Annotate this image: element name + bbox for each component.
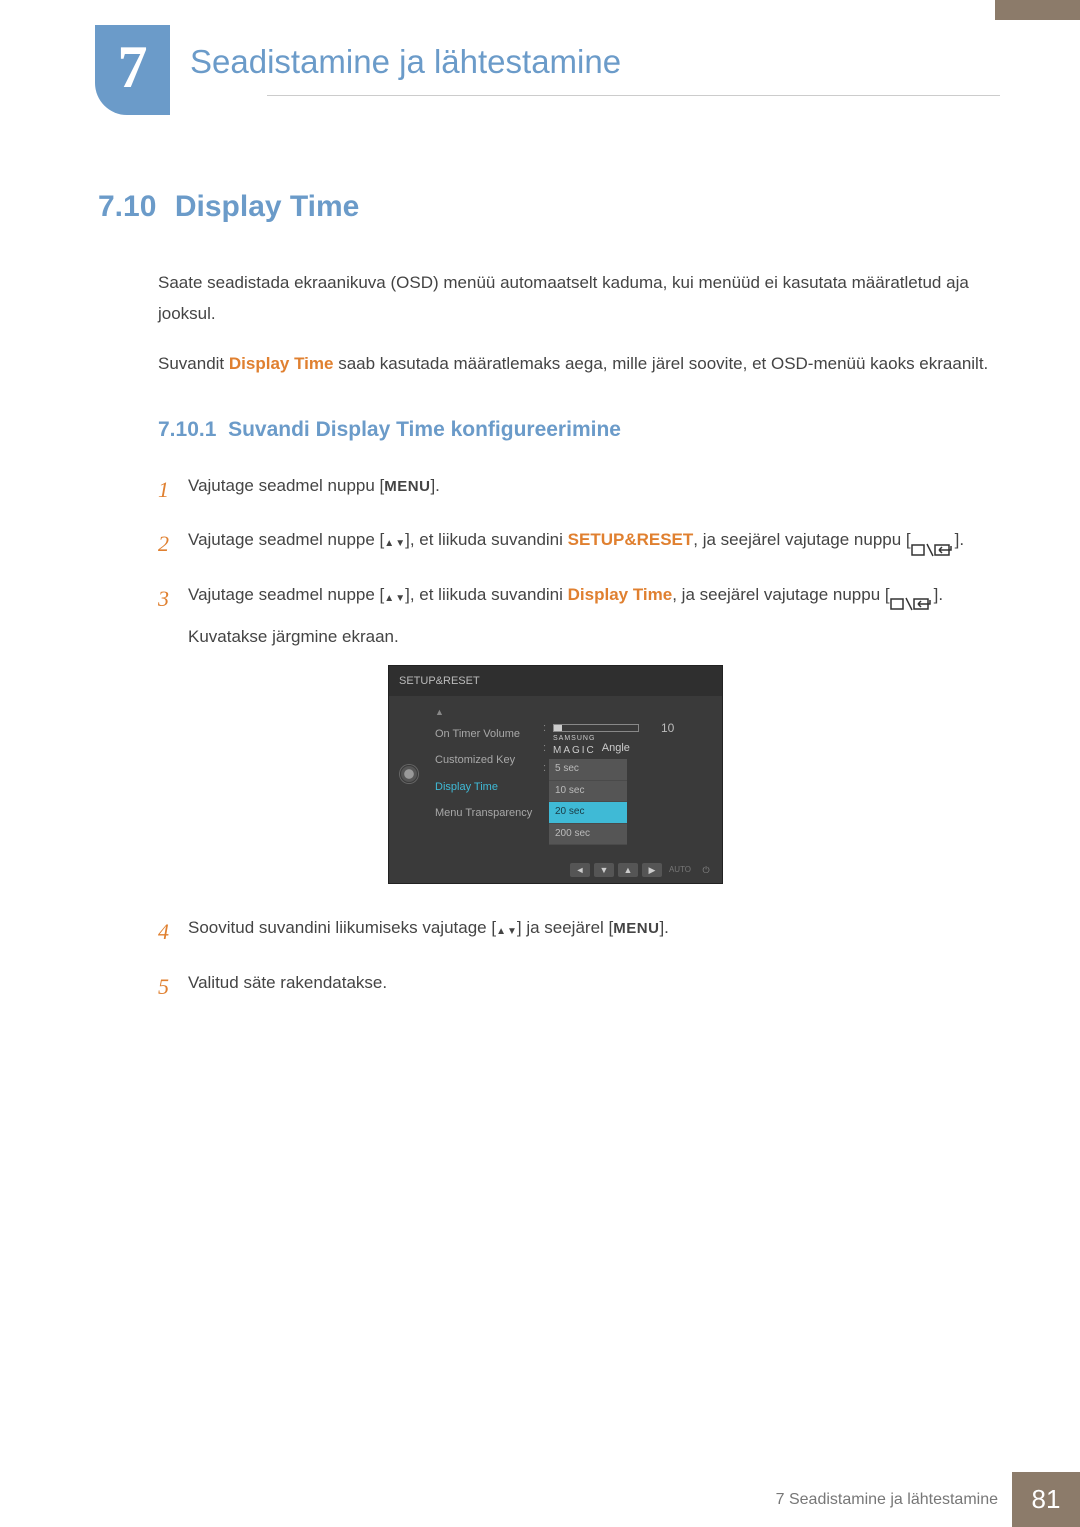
osd-volume-slider: [553, 724, 639, 732]
step-text: Vajutage seadmel nuppe [: [188, 530, 384, 549]
step-5: 5 Valitud säte rakendatakse.: [158, 967, 1000, 1008]
osd-menu: ▲ On Timer Volume Customized Key Display…: [423, 702, 543, 845]
source-enter-icon: [890, 588, 934, 604]
step-body: Valitud säte rakendatakse.: [188, 967, 1000, 1008]
step-2: 2 Vajutage seadmel nuppe [ ], et liikuda …: [158, 524, 1000, 565]
top-stripe: [995, 0, 1080, 20]
step-text: ] ja seejärel [: [517, 918, 613, 937]
step-3-result-text: Kuvatakse järgmine ekraan.: [188, 621, 1000, 652]
step-number: 4: [158, 912, 188, 953]
osd-menu-item-customized-key: Customized Key: [423, 747, 543, 773]
osd-panel: SETUP&RESET ▲ On Timer Volume Customized…: [388, 665, 723, 884]
osd-colon: :: [543, 738, 549, 758]
step-text: , ja seejärel vajutage nuppu [: [693, 530, 910, 549]
step-number: 5: [158, 967, 188, 1008]
step-text: Vajutage seadmel nuppu [: [188, 476, 384, 495]
section-number: 7.10: [98, 190, 156, 223]
osd-nav-bar: ◄ ▼ ▲ ▶ AUTO ⏻: [389, 859, 722, 883]
step-body: Vajutage seadmel nuppe [ ], et liikuda su…: [188, 579, 1000, 898]
osd-left-col: [395, 702, 423, 845]
osd-time-options: 5 sec 10 sec 20 sec 200 sec: [549, 759, 627, 845]
step-number: 1: [158, 470, 188, 511]
osd-menu-item-display-time: Display Time: [423, 774, 543, 800]
chapter-title: Seadistamine ja lähtestamine: [190, 25, 1000, 81]
osd-right-col: : 10 : SAMSUNG MAGIC: [543, 702, 712, 845]
intro-paragraph-1: Saate seadistada ekraanikuva (OSD) menüü…: [158, 268, 1000, 329]
step-text: ], et liikuda suvandini: [405, 530, 568, 549]
osd-scroll-up-icon: ▲: [423, 704, 543, 721]
subsection-heading: 7.10.1 Suvandi Display Time konfigureeri…: [158, 418, 1000, 442]
step-4: 4 Soovitud suvandini liikumiseks vajutag…: [158, 912, 1000, 953]
menu-button-label: MENU: [613, 920, 659, 937]
step-text: ].: [934, 585, 943, 604]
gear-icon: [400, 765, 418, 783]
intro-paragraph-2: Suvandit Display Time saab kasutada määr…: [158, 349, 1000, 380]
osd-menu-item-timer-volume: On Timer Volume: [423, 721, 543, 747]
step-number: 3: [158, 579, 188, 898]
menu-button-label: MENU: [384, 478, 430, 495]
osd-nav-power-icon: ⏻: [698, 863, 714, 877]
osd-screenshot: SETUP&RESET ▲ On Timer Volume Customized…: [388, 665, 1000, 884]
step-text: ], et liikuda suvandini: [405, 585, 568, 604]
chapter-underline: [267, 95, 1000, 96]
display-time-highlight: Display Time: [568, 585, 673, 604]
magic-text: MAGIC: [553, 745, 596, 756]
up-down-arrow-icon: [496, 913, 517, 944]
osd-option-20sec-selected: 20 sec: [549, 802, 627, 824]
samsung-text: SAMSUNG: [553, 735, 596, 742]
osd-option-200sec: 200 sec: [549, 824, 627, 846]
page-content: 7.10 Display Time Saate seadistada ekraa…: [98, 190, 1000, 1022]
osd-option-10sec: 10 sec: [549, 781, 627, 803]
step-1: 1 Vajutage seadmel nuppu [MENU].: [158, 470, 1000, 511]
footer-chapter-label: 7 Seadistamine ja lähtestamine: [776, 1472, 1012, 1527]
step-text: Soovitud suvandini liikumiseks vajutage …: [188, 918, 496, 937]
osd-body: ▲ On Timer Volume Customized Key Display…: [389, 696, 722, 859]
section-title: Display Time: [175, 190, 360, 223]
subsection-title: Suvandi Display Time konfigureerimine: [228, 418, 621, 441]
step-text: , ja seejärel vajutage nuppu [: [672, 585, 889, 604]
osd-menu-item-menu-transparency: Menu Transparency: [423, 800, 543, 826]
steps-list: 1 Vajutage seadmel nuppu [MENU]. 2 Vajut…: [158, 470, 1000, 1008]
setup-reset-highlight: SETUP&RESET: [568, 530, 694, 549]
osd-nav-up-icon: ▲: [618, 863, 638, 877]
step-text: ].: [955, 530, 964, 549]
subsection-number: 7.10.1: [158, 418, 216, 441]
osd-row-key: : SAMSUNG MAGIC Angle: [543, 738, 712, 758]
step-text: Valitud säte rakendatakse.: [188, 973, 387, 992]
magic-angle-text: Angle: [602, 738, 630, 758]
up-down-arrow-icon: [384, 580, 405, 611]
chapter-number-badge: 7: [95, 25, 170, 115]
osd-nav-down-icon: ▼: [594, 863, 614, 877]
step-body: Vajutage seadmel nuppu [MENU].: [188, 470, 1000, 511]
intro-highlight: Display Time: [229, 354, 334, 373]
osd-colon: :: [543, 718, 549, 738]
step-body: Soovitud suvandini liikumiseks vajutage …: [188, 912, 1000, 953]
osd-nav-enter-icon: ▶: [642, 863, 662, 877]
page-footer: 7 Seadistamine ja lähtestamine 81: [0, 1472, 1080, 1527]
up-down-arrow-icon: [384, 525, 405, 556]
step-body: Vajutage seadmel nuppe [ ], et liikuda su…: [188, 524, 1000, 565]
osd-volume-value: 10: [661, 717, 674, 739]
osd-nav-back-icon: ◄: [570, 863, 590, 877]
source-enter-icon: [911, 533, 955, 549]
section-heading: 7.10 Display Time: [98, 190, 1000, 224]
chapter-number: 7: [118, 33, 148, 102]
intro-p2-a: Suvandit: [158, 354, 229, 373]
step-text: ].: [659, 918, 668, 937]
footer-page-number: 81: [1012, 1472, 1080, 1527]
osd-title: SETUP&RESET: [389, 666, 722, 696]
osd-option-5sec: 5 sec: [549, 759, 627, 781]
step-number: 2: [158, 524, 188, 565]
step-text: Vajutage seadmel nuppe [: [188, 585, 384, 604]
osd-row-display-time: : 5 sec 10 sec 20 sec 200 sec: [543, 758, 712, 845]
chapter-header: 7 Seadistamine ja lähtestamine: [95, 25, 1000, 110]
osd-nav-auto-label: AUTO: [666, 863, 694, 877]
step-3: 3 Vajutage seadmel nuppe [ ], et liikuda …: [158, 579, 1000, 898]
samsung-magic-label: SAMSUNG MAGIC: [553, 735, 596, 761]
intro-p2-b: saab kasutada määratlemaks aega, mille j…: [333, 354, 988, 373]
step-text: ].: [430, 476, 439, 495]
section-intro: Saate seadistada ekraanikuva (OSD) menüü…: [158, 268, 1000, 380]
